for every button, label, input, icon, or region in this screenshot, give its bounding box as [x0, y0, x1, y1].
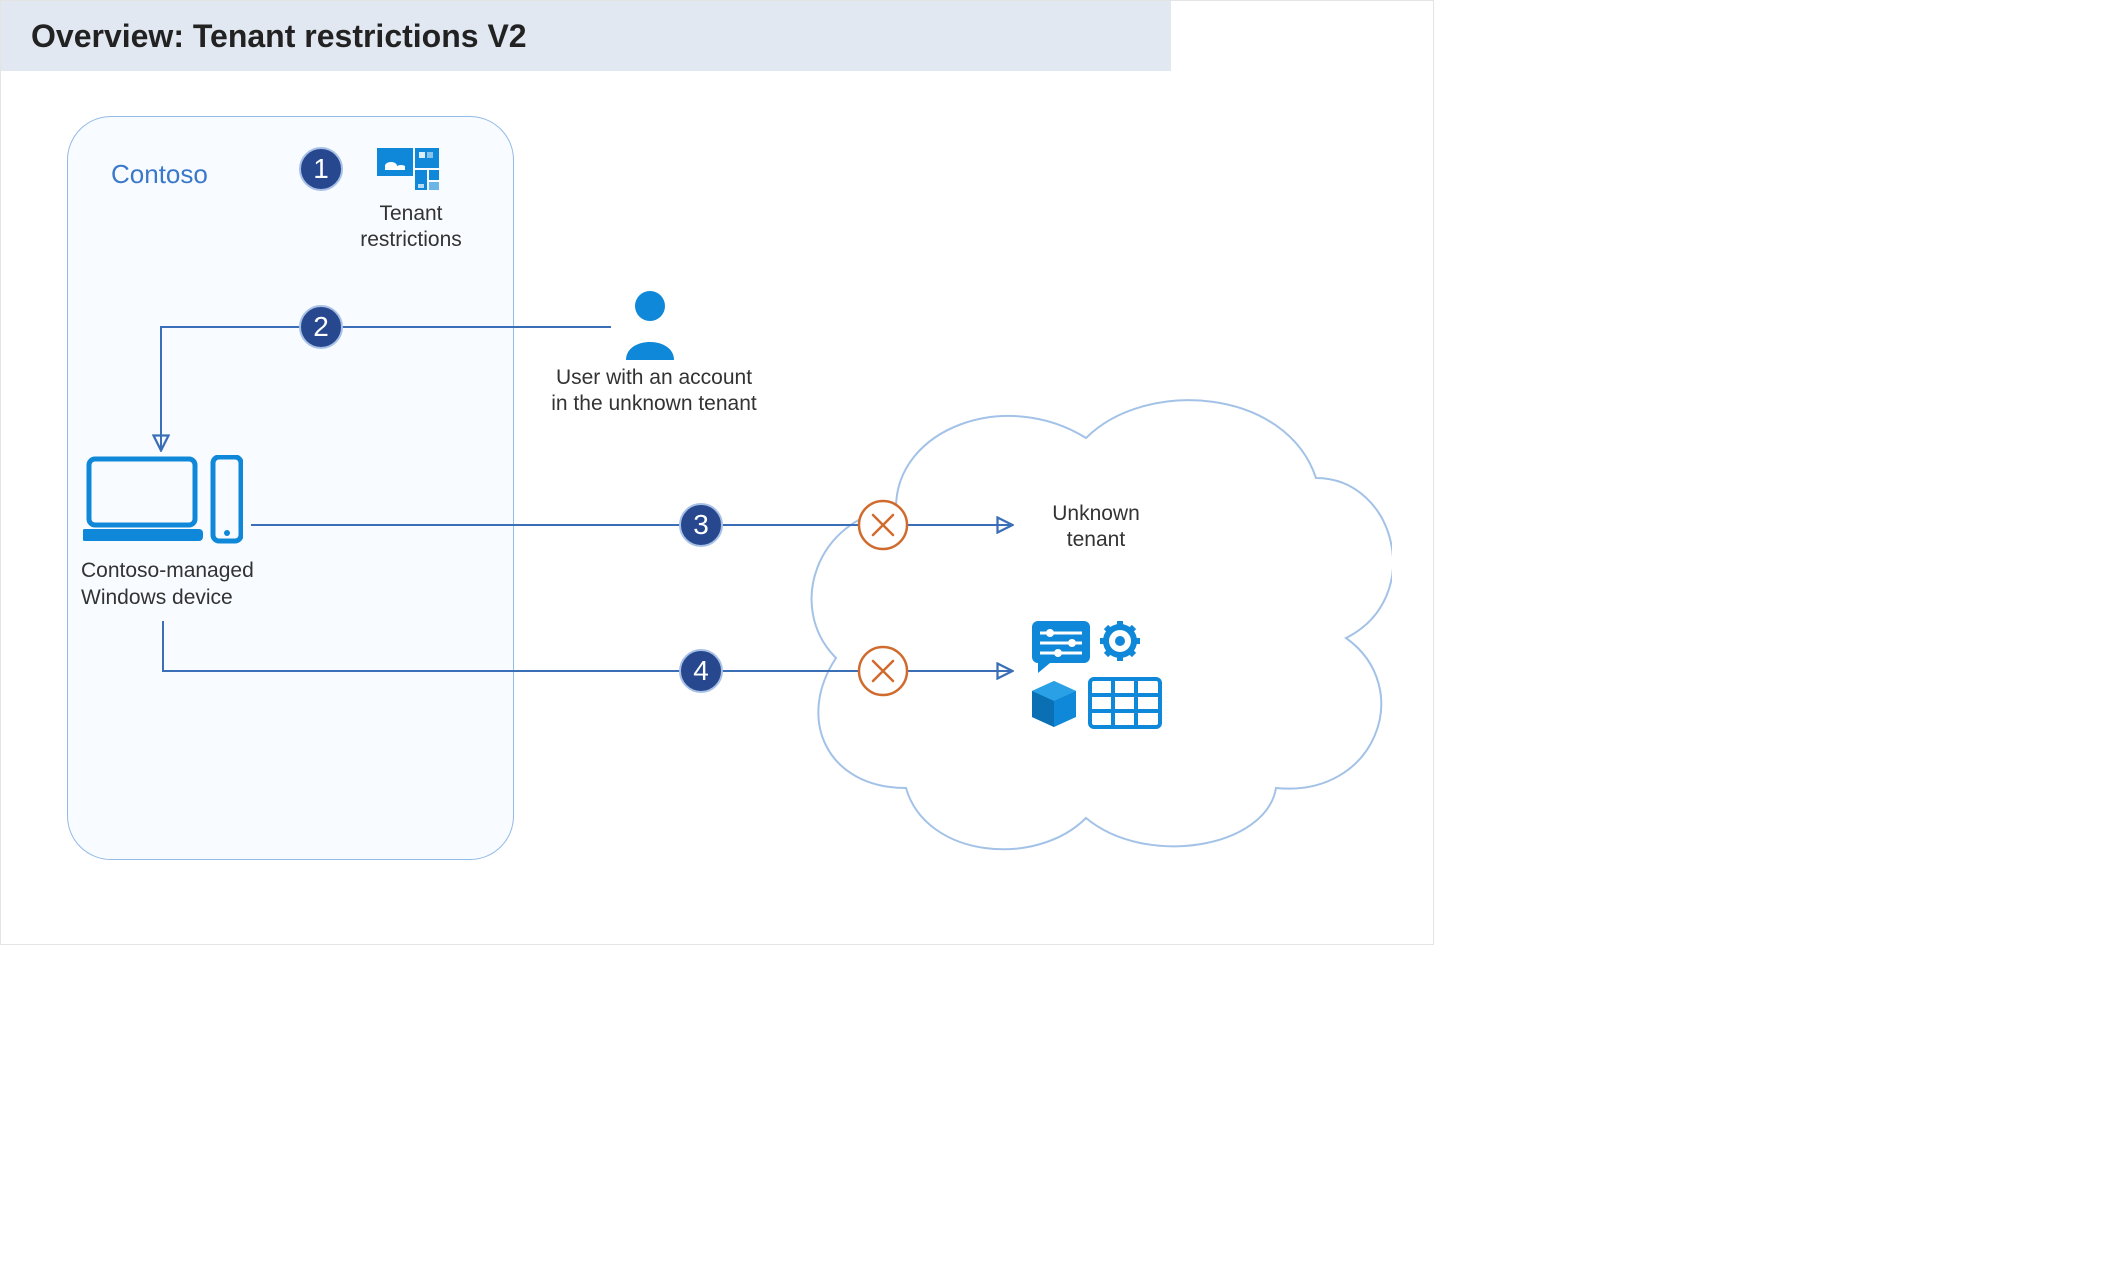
block-icon [857, 499, 909, 551]
cloud-shape [786, 358, 1392, 868]
user-icon [622, 290, 678, 360]
devices-label: Contoso-managed Windows device [81, 557, 281, 612]
devices-icon [83, 455, 243, 549]
unknown-tenant-label: Unknown tenant [1026, 501, 1166, 554]
tenant-restrictions-label: Tenant restrictions [341, 201, 481, 254]
contoso-label: Contoso [111, 159, 208, 190]
step-badge-1: 1 [299, 147, 343, 191]
title-bar: Overview: Tenant restrictions V2 [1, 1, 1171, 71]
block-icon [857, 645, 909, 697]
step-badge-2: 2 [299, 305, 343, 349]
apps-cluster-icon [1032, 621, 1167, 731]
tenant-restrictions-icon [377, 148, 439, 191]
page-title: Overview: Tenant restrictions V2 [31, 18, 527, 55]
step-badge-4: 4 [679, 649, 723, 693]
user-label: User with an account in the unknown tena… [549, 365, 759, 418]
step-badge-3: 3 [679, 503, 723, 547]
diagram-canvas: Overview: Tenant restrictions V2 Contoso [0, 0, 1434, 945]
